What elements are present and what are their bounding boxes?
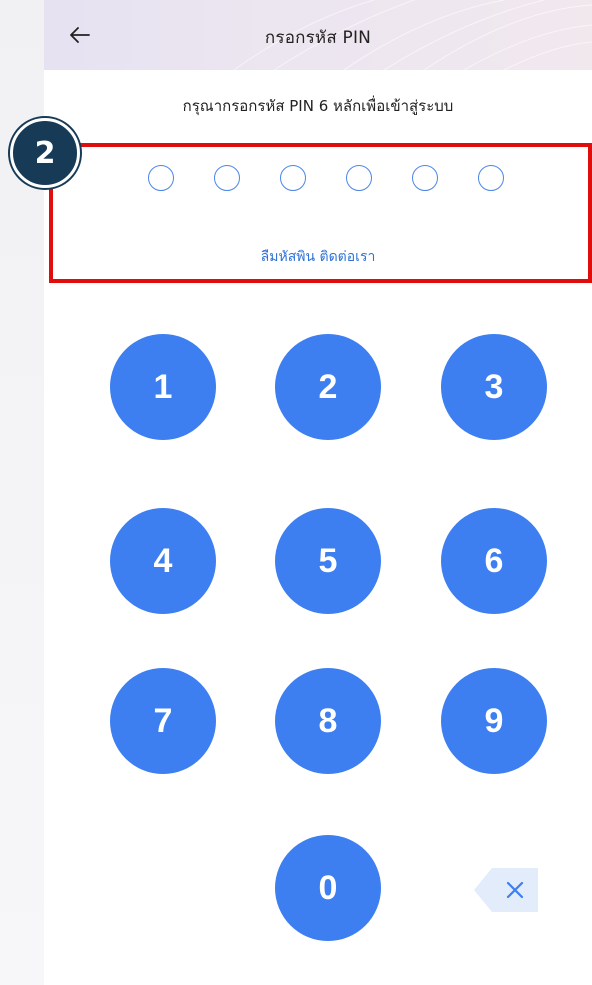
header-bar: กรอกรหัส PIN [44, 0, 592, 70]
key-5[interactable]: 5 [275, 508, 381, 614]
step-badge: 2 [10, 118, 80, 188]
key-7[interactable]: 7 [110, 668, 216, 774]
pin-prompt: กรุณากรอกรหัส PIN 6 หลักเพื่อเข้าสู่ระบบ [182, 97, 454, 115]
page-title: กรอกรหัส PIN [264, 28, 372, 48]
key-4[interactable]: 4 [110, 508, 216, 614]
key-6[interactable]: 6 [441, 508, 547, 614]
key-8[interactable]: 8 [275, 668, 381, 774]
key-2[interactable]: 2 [275, 334, 381, 440]
key-0[interactable]: 0 [275, 835, 381, 941]
key-9[interactable]: 9 [441, 668, 547, 774]
key-1[interactable]: 1 [110, 334, 216, 440]
backspace-icon [474, 868, 538, 912]
backspace-button[interactable] [474, 866, 540, 914]
pin-area-highlight [49, 143, 592, 283]
key-3[interactable]: 3 [441, 334, 547, 440]
